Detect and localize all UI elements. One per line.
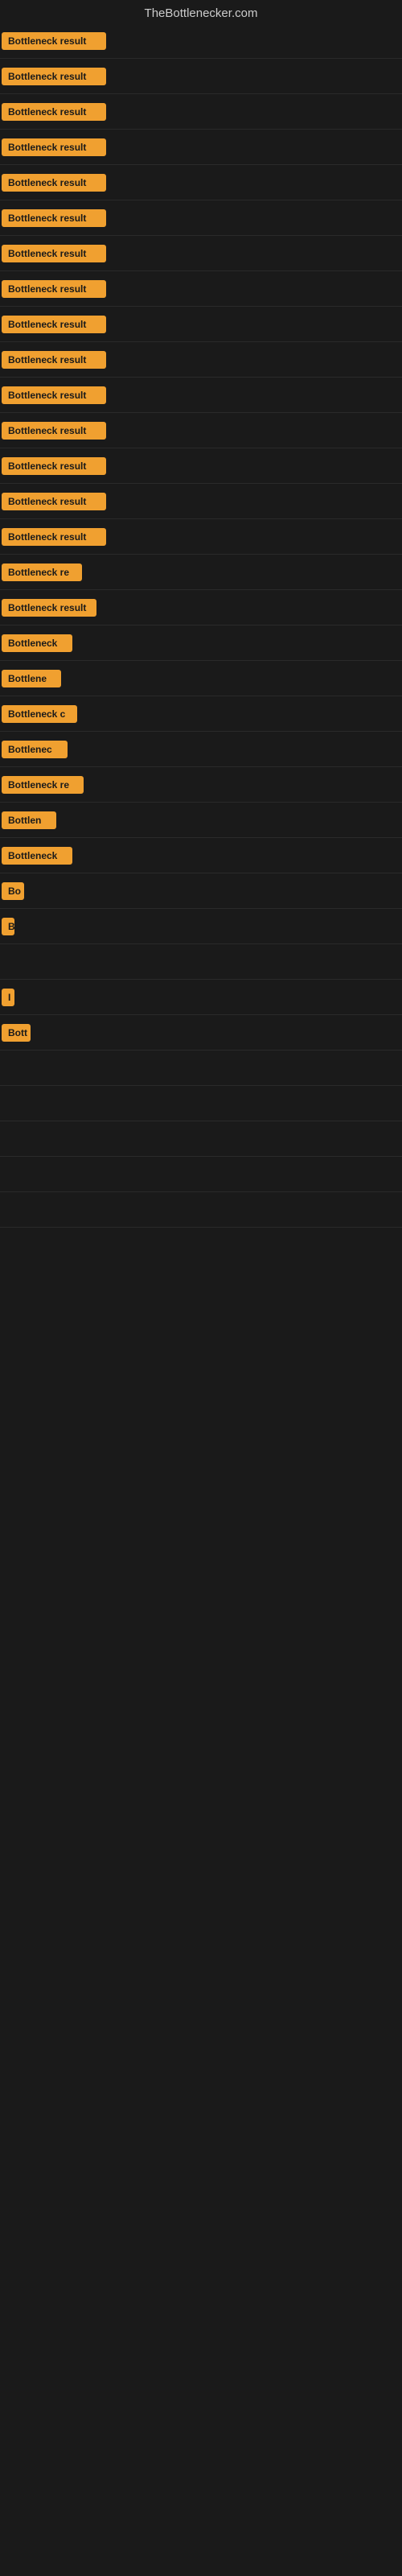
list-item: I <box>0 980 402 1015</box>
bottleneck-badge[interactable]: Bottlenec <box>2 741 68 758</box>
bottleneck-badge[interactable]: Bottleneck result <box>2 351 106 369</box>
bottleneck-badge[interactable]: Bottleneck c <box>2 705 77 723</box>
site-title: TheBottlenecker.com <box>145 6 258 20</box>
bottleneck-badge[interactable]: B <box>2 918 14 935</box>
list-item: Bottleneck c <box>0 696 402 732</box>
bottleneck-badge[interactable]: Bottleneck result <box>2 457 106 475</box>
site-header: TheBottlenecker.com <box>0 0 402 23</box>
bottleneck-badge[interactable]: Bott <box>2 1024 31 1042</box>
list-item: B <box>0 909 402 944</box>
list-item <box>0 1051 402 1086</box>
page-wrapper: TheBottlenecker.com Bottleneck resultBot… <box>0 0 402 1228</box>
items-list: Bottleneck result Bottleneck result Bottle… <box>0 23 402 1228</box>
list-item: Bo <box>0 873 402 909</box>
bottleneck-badge[interactable]: Bottleneck result <box>2 280 106 298</box>
list-item: Bottleneck result <box>0 59 402 94</box>
bottleneck-badge[interactable]: Bottleneck result <box>2 245 106 262</box>
list-item: Bottleneck result <box>0 23 402 59</box>
bottleneck-badge[interactable]: Bottleneck result <box>2 493 106 510</box>
list-item <box>0 1121 402 1157</box>
bottleneck-badge[interactable]: Bottleneck result <box>2 599 96 617</box>
bottleneck-badge[interactable]: I <box>2 989 14 1006</box>
list-item: Bottleneck result <box>0 448 402 484</box>
list-item: Bottleneck re <box>0 555 402 590</box>
list-item: Bottleneck result <box>0 307 402 342</box>
bottleneck-badge[interactable]: Bottleneck re <box>2 564 82 581</box>
list-item: Bottleneck result <box>0 378 402 413</box>
bottleneck-badge[interactable]: Bottleneck result <box>2 32 106 50</box>
bottleneck-badge[interactable]: Bottleneck result <box>2 174 106 192</box>
list-item: Bottlenec <box>0 732 402 767</box>
list-item: Bottleneck result <box>0 236 402 271</box>
list-item: Bottleneck result <box>0 484 402 519</box>
list-item: Bottleneck result <box>0 519 402 555</box>
bottleneck-badge[interactable]: Bottleneck result <box>2 386 106 404</box>
list-item <box>0 944 402 980</box>
list-item: Bottleneck re <box>0 767 402 803</box>
list-item: Bottleneck result <box>0 200 402 236</box>
bottleneck-badge[interactable]: Bottleneck <box>2 634 72 652</box>
bottleneck-badge[interactable]: Bottleneck <box>2 847 72 865</box>
bottleneck-badge[interactable]: Bottlen <box>2 811 56 829</box>
bottleneck-badge[interactable]: Bottleneck re <box>2 776 84 794</box>
list-item: Bottlene <box>0 661 402 696</box>
bottleneck-badge[interactable]: Bottlene <box>2 670 61 687</box>
list-item: Bottleneck result <box>0 342 402 378</box>
bottleneck-badge[interactable]: Bottleneck result <box>2 103 106 121</box>
bottleneck-badge[interactable]: Bottleneck result <box>2 528 106 546</box>
list-item <box>0 1192 402 1228</box>
list-item: Bottleneck <box>0 838 402 873</box>
bottleneck-badge[interactable]: Bottleneck result <box>2 138 106 156</box>
list-item: Bottleneck result <box>0 590 402 625</box>
bottleneck-badge[interactable]: Bottleneck result <box>2 422 106 440</box>
list-item: Bottleneck result <box>0 271 402 307</box>
bottleneck-badge[interactable]: Bottleneck result <box>2 68 106 85</box>
list-item: Bottleneck result <box>0 130 402 165</box>
list-item: Bott <box>0 1015 402 1051</box>
list-item <box>0 1157 402 1192</box>
bottleneck-badge[interactable]: Bo <box>2 882 24 900</box>
list-item: Bottleneck result <box>0 165 402 200</box>
bottleneck-badge[interactable]: Bottleneck result <box>2 316 106 333</box>
list-item: Bottleneck result <box>0 413 402 448</box>
list-item: Bottleneck result <box>0 94 402 130</box>
list-item: Bottleneck <box>0 625 402 661</box>
list-item <box>0 1086 402 1121</box>
list-item: Bottlen <box>0 803 402 838</box>
bottleneck-badge[interactable]: Bottleneck result <box>2 209 106 227</box>
